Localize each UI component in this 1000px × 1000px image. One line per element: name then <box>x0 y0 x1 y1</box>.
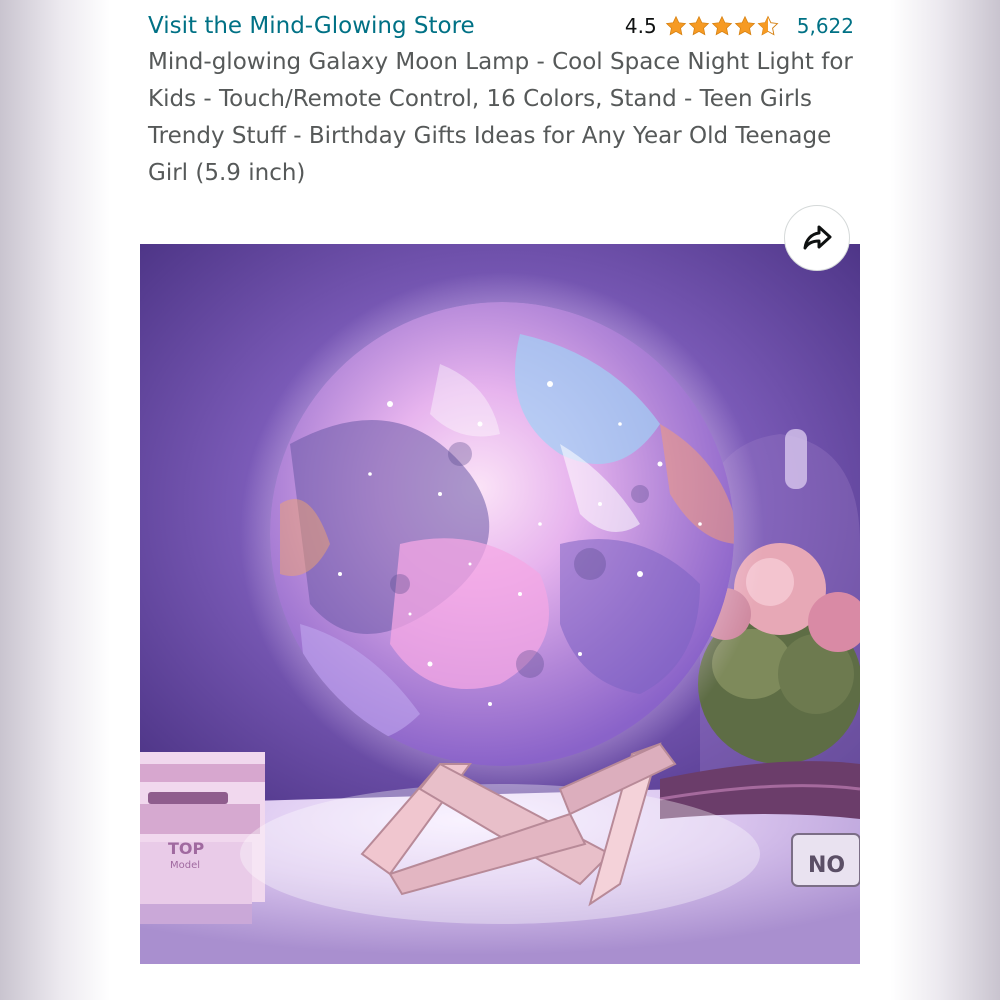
product-image[interactable]: TOP Model NO <box>140 244 860 964</box>
svg-text:Model: Model <box>170 860 200 871</box>
review-count[interactable]: 5,622 <box>797 14 854 38</box>
rating-value: 4.5 <box>624 14 657 38</box>
star-icon <box>688 15 709 36</box>
header-row: Visit the Mind-Glowing Store 4.5 5,622 <box>148 8 854 44</box>
bracelet: NO <box>791 833 860 887</box>
stacked-books: TOP Model <box>140 752 265 924</box>
star-icon <box>665 15 686 36</box>
rating-summary[interactable]: 4.5 5,622 <box>625 14 854 38</box>
star-icon <box>711 15 732 36</box>
book-lettering: TOP <box>168 839 205 858</box>
star-rating[interactable] <box>665 15 779 37</box>
share-button[interactable] <box>784 205 850 271</box>
store-link[interactable]: Visit the Mind-Glowing Store <box>148 13 475 39</box>
share-arrow-icon <box>803 225 832 250</box>
svg-text:NO: NO <box>808 853 845 878</box>
product-card: Visit the Mind-Glowing Store 4.5 5,622 M… <box>120 0 880 1000</box>
moon-lamp-photo: TOP Model NO <box>140 244 860 964</box>
star-icon <box>734 15 755 36</box>
product-title: Mind-glowing Galaxy Moon Lamp - Cool Spa… <box>148 49 853 186</box>
half-star-icon <box>757 15 779 36</box>
